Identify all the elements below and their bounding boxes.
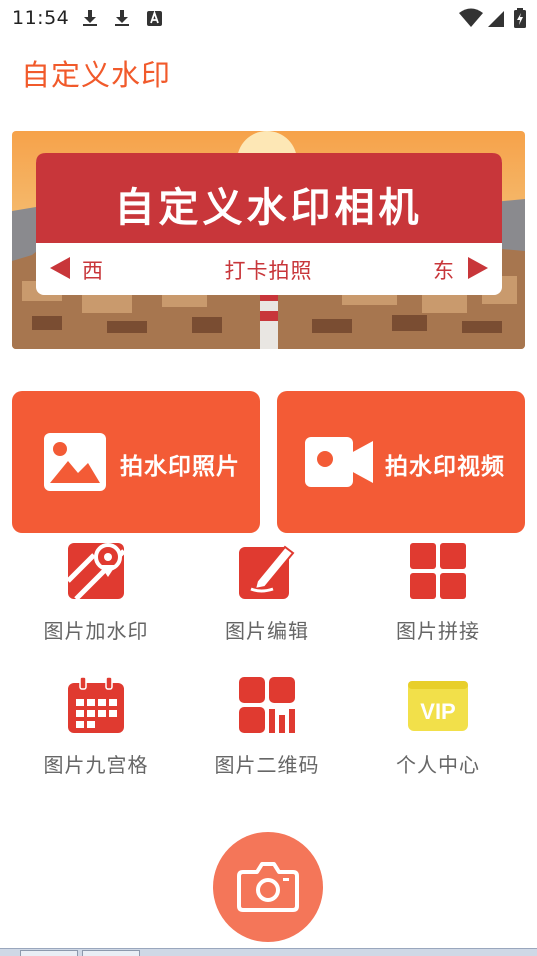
grid-icon: [410, 543, 466, 599]
banner-title: 自定义水印相机: [114, 185, 423, 231]
calendar-icon: [68, 676, 124, 733]
font-a-icon: [147, 10, 162, 26]
take-watermark-video-button[interactable]: 拍水印视频: [277, 391, 525, 533]
taskbar-button[interactable]: [82, 950, 140, 956]
take-photo-label: 拍水印照片: [120, 454, 240, 480]
taskbar-button[interactable]: [20, 950, 78, 956]
image-icon: [44, 433, 106, 491]
camera-fab-button[interactable]: [213, 832, 323, 942]
camera-icon: [237, 862, 299, 912]
download-icon: [115, 10, 129, 26]
feature-label: 图片编辑: [225, 619, 309, 643]
feature-add-watermark[interactable]: 图片加水印: [11, 541, 181, 651]
download-icon: [83, 10, 97, 26]
video-camera-icon: [305, 437, 373, 487]
feature-label: 图片二维码: [214, 753, 320, 777]
wifi-icon: [459, 8, 483, 27]
feature-personal-center[interactable]: VIP 个人中心: [353, 675, 523, 785]
feature-label: 个人中心: [396, 753, 480, 777]
take-video-label: 拍水印视频: [385, 454, 505, 480]
vip-icon: VIP: [408, 681, 468, 731]
feature-label: 图片九宫格: [43, 753, 149, 777]
map-pin-icon: [66, 543, 126, 601]
banner-direction-east: 东: [433, 259, 454, 283]
feature-label: 图片加水印: [43, 619, 149, 643]
battery-charging-icon: [514, 8, 526, 28]
status-bar: 11:54: [0, 0, 537, 36]
app-title: 自定义水印: [21, 58, 172, 92]
banner-illustration: [12, 131, 525, 349]
feature-image-edit[interactable]: 图片编辑: [182, 541, 352, 651]
feature-label: 图片拼接: [396, 619, 480, 643]
vip-badge-text: VIP: [420, 699, 455, 724]
feature-qr-code[interactable]: 图片二维码: [182, 675, 352, 785]
take-watermark-photo-button[interactable]: 拍水印照片: [12, 391, 260, 533]
qr-code-icon: [239, 677, 295, 733]
feature-image-stitch[interactable]: 图片拼接: [353, 541, 523, 651]
taskbar: [0, 948, 537, 956]
cell-signal-icon: [488, 11, 504, 27]
status-time: 11:54: [12, 7, 70, 29]
feature-nine-grid[interactable]: 图片九宫格: [11, 675, 181, 785]
hero-banner[interactable]: 自定义水印相机 西 打卡拍照 东: [12, 131, 525, 349]
edit-icon: [239, 545, 295, 599]
